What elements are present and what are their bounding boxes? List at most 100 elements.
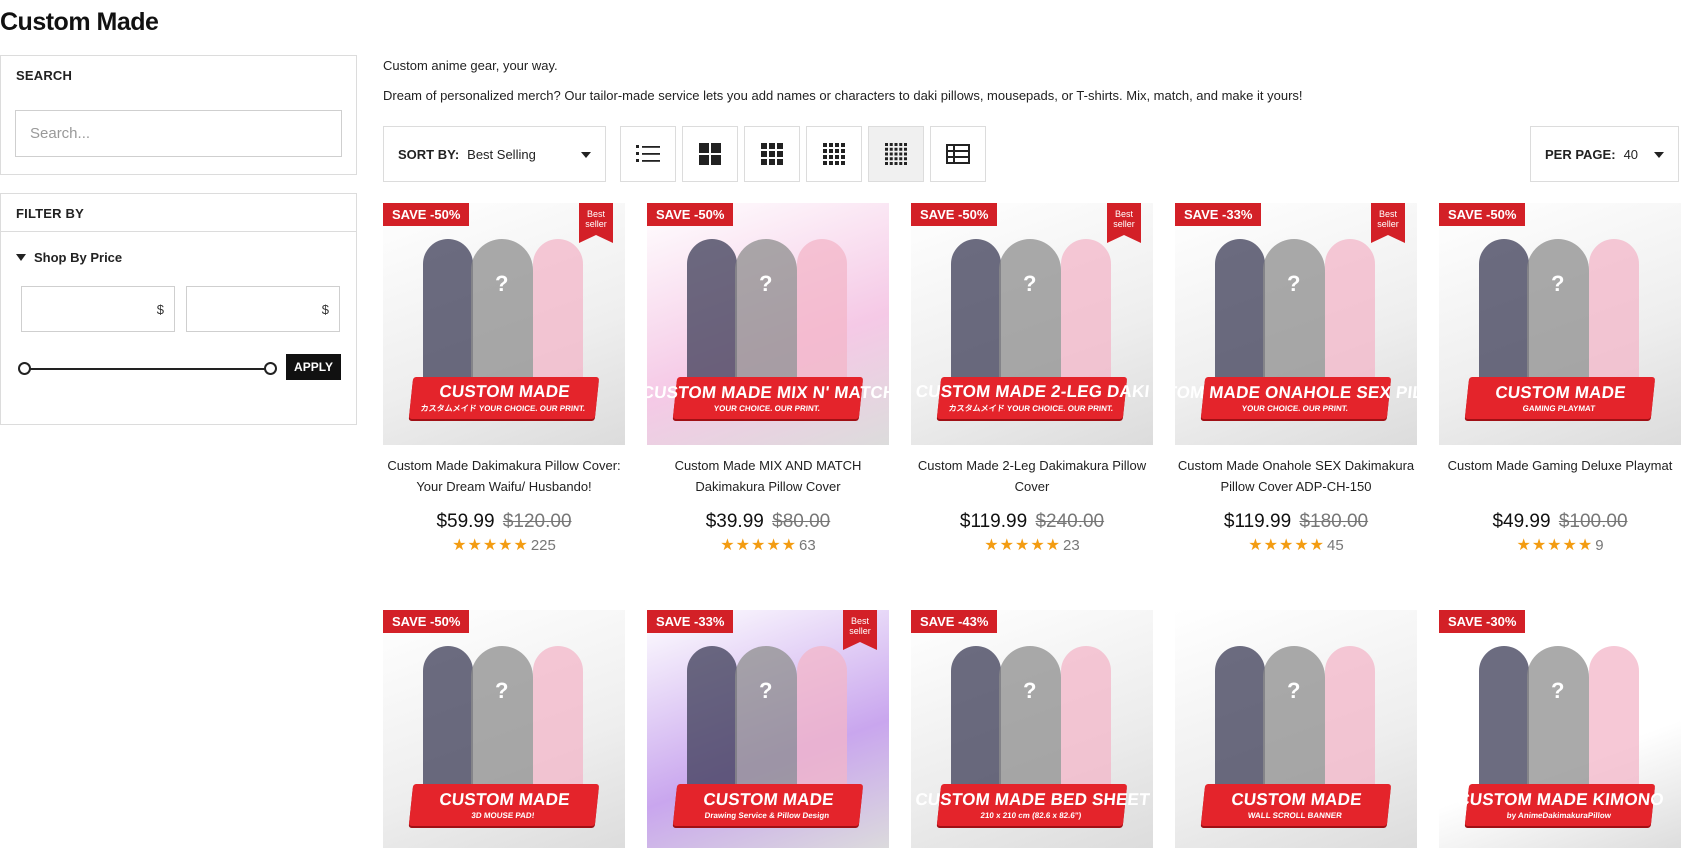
- original-price: $80.00: [772, 511, 831, 532]
- sort-by-select[interactable]: SORT BY: Best Selling: [383, 126, 606, 182]
- product-artwork: [1215, 239, 1265, 389]
- save-badge: SAVE -50%: [1439, 203, 1526, 226]
- product-title[interactable]: Custom Made 2-Leg Dakimakura Pillow Cove…: [911, 455, 1153, 499]
- max-currency: $: [321, 302, 329, 317]
- product-banner: CUSTOM MADE KIMONO by AnimeDakimakuraPill…: [1456, 784, 1665, 826]
- banner-title: CUSTOM MADE BED SHEET: [914, 790, 1151, 809]
- product-artwork: [1061, 239, 1111, 389]
- product-artwork: [471, 646, 533, 796]
- save-badge: SAVE -50%: [383, 203, 470, 226]
- view-grid-3-button[interactable]: [744, 126, 800, 182]
- per-page-label: PER PAGE:: [1545, 146, 1616, 162]
- save-badge: SAVE -30%: [1439, 610, 1526, 633]
- price-range-min-handle[interactable]: [18, 362, 31, 375]
- banner-subtitle: GAMING PLAYMAT: [1522, 404, 1596, 413]
- product-card[interactable]: ? SAVE -50% CUSTOM MADE 3D MOUSE PAD!: [383, 610, 625, 848]
- product-card[interactable]: ? SAVE -43% CUSTOM MADE BED SHEET 210 x 210…: [911, 610, 1153, 848]
- product-title[interactable]: Custom Made Gaming Deluxe Playmat: [1439, 455, 1681, 499]
- view-grid-2-button[interactable]: [682, 126, 738, 182]
- product-card[interactable]: ? SAVE -50% CUSTOM MADE GAMING PLAYMAT Custo…: [1439, 203, 1681, 555]
- search-panel: SEARCH: [0, 55, 357, 175]
- product-card[interactable]: ? SAVE -50% CUSTOM MADE MIX N' MATCH YOUR C…: [647, 203, 889, 555]
- star-rating[interactable]: ★★★★★ 63: [647, 535, 889, 555]
- product-artwork: [951, 239, 1001, 389]
- product-card[interactable]: ? SAVE -30% CUSTOM MADE KIMONO by AnimeDaki…: [1439, 610, 1681, 848]
- question-mark-icon: ?: [1551, 678, 1565, 703]
- save-badge: SAVE -43%: [911, 610, 998, 633]
- product-artwork: [999, 239, 1061, 389]
- product-artwork: [1479, 646, 1529, 796]
- banner-subtitle: カスタムメイド YOUR CHOICE. OUR PRINT.: [420, 404, 586, 413]
- price-range-max-handle[interactable]: [264, 362, 277, 375]
- min-price-field[interactable]: $: [21, 286, 175, 332]
- review-count: 225: [530, 537, 556, 554]
- product-banner: CUSTOM MADE 3D MOUSE PAD!: [408, 784, 600, 826]
- save-badge: SAVE -50%: [647, 203, 734, 226]
- max-price-field[interactable]: $: [186, 286, 340, 332]
- filter-heading: FILTER BY: [16, 206, 84, 221]
- star-rating[interactable]: ★★★★★ 23: [911, 535, 1153, 555]
- product-artwork: [687, 646, 737, 796]
- chevron-down-icon: [1654, 152, 1664, 158]
- product-card[interactable]: ? SAVE -50% Best seller CUSTOM MADE カスタムメイド …: [383, 203, 625, 555]
- sale-price: $119.99: [959, 511, 1028, 532]
- product-artwork: [1589, 646, 1639, 796]
- product-banner: CUSTOM MADE ONAHOLE SEX PILLOW YOUR CHOIC…: [1175, 377, 1417, 419]
- product-title[interactable]: Custom Made Onahole SEX Dakimakura Pillo…: [1175, 455, 1417, 499]
- product-price: $119.99 $180.00: [1175, 511, 1417, 533]
- product-image[interactable]: ? SAVE -50% CUSTOM MADE 3D MOUSE PAD!: [383, 610, 625, 848]
- banner-subtitle: カスタムメイド YOUR CHOICE. OUR PRINT.: [948, 404, 1114, 413]
- apply-button[interactable]: APPLY: [286, 354, 341, 380]
- product-title[interactable]: Custom Made MIX AND MATCH Dakimakura Pil…: [647, 455, 889, 499]
- product-image[interactable]: ? CUSTOM MADE WALL SCROLL BANNER: [1175, 610, 1417, 848]
- sale-price: $39.99: [705, 511, 764, 532]
- product-artwork: [533, 239, 583, 389]
- save-badge: SAVE -50%: [383, 610, 470, 633]
- sort-by-value: Best Selling: [467, 146, 536, 162]
- min-currency: $: [156, 302, 164, 317]
- save-badge: SAVE -33%: [1175, 203, 1262, 226]
- product-image[interactable]: ? SAVE -50% CUSTOM MADE MIX N' MATCH YOUR C…: [647, 203, 889, 445]
- product-card[interactable]: ? SAVE -50% Best seller CUSTOM MADE 2-LEG D…: [911, 203, 1153, 555]
- grid-5-icon: [885, 143, 907, 165]
- banner-title: CUSTOM MADE: [438, 382, 571, 401]
- banner-title: CUSTOM MADE: [1230, 790, 1363, 809]
- product-image[interactable]: ? SAVE -33% Best seller CUSTOM MADE ONAHOLE…: [1175, 203, 1417, 445]
- review-count: 63: [799, 537, 816, 554]
- price-range-track[interactable]: [23, 368, 271, 370]
- star-rating[interactable]: ★★★★★ 45: [1175, 535, 1417, 555]
- product-image[interactable]: ? SAVE -50% Best seller CUSTOM MADE カスタムメイド …: [383, 203, 625, 445]
- original-price: $240.00: [1035, 511, 1105, 532]
- product-title[interactable]: Custom Made Dakimakura Pillow Cover: You…: [383, 455, 625, 499]
- product-banner: CUSTOM MADE GAMING PLAYMAT: [1464, 377, 1656, 419]
- product-image[interactable]: ? SAVE -33% Best seller CUSTOM MADE Drawing …: [647, 610, 889, 848]
- product-card[interactable]: ? SAVE -33% Best seller CUSTOM MADE ONAHOLE…: [1175, 203, 1417, 555]
- product-image[interactable]: ? SAVE -50% CUSTOM MADE GAMING PLAYMAT: [1439, 203, 1681, 445]
- view-grid-4-button[interactable]: [806, 126, 862, 182]
- product-artwork: [951, 646, 1001, 796]
- product-artwork: [1589, 239, 1639, 389]
- original-price: $120.00: [502, 511, 572, 532]
- banner-title: CUSTOM MADE ONAHOLE SEX PILLOW: [1175, 383, 1417, 402]
- question-mark-icon: ?: [1023, 678, 1037, 703]
- product-image[interactable]: ? SAVE -30% CUSTOM MADE KIMONO by AnimeDaki…: [1439, 610, 1681, 848]
- product-card[interactable]: ? CUSTOM MADE WALL SCROLL BANNER: [1175, 610, 1417, 848]
- shop-by-price-toggle[interactable]: Shop By Price: [16, 250, 122, 265]
- star-rating[interactable]: ★★★★★ 9: [1439, 535, 1681, 555]
- star-icons: ★★★★★: [984, 537, 1062, 554]
- page-title: Custom Made: [0, 8, 159, 36]
- banner-title: CUSTOM MADE 2-LEG DAKI: [914, 382, 1151, 401]
- question-mark-icon: ?: [1287, 271, 1301, 296]
- sale-price: $59.99: [436, 511, 495, 532]
- per-page-value: 40: [1623, 146, 1639, 162]
- best-seller-ribbon: Best seller: [1371, 203, 1405, 243]
- per-page-select[interactable]: PER PAGE: 40: [1530, 126, 1679, 182]
- search-input[interactable]: [15, 110, 342, 157]
- product-card[interactable]: ? SAVE -33% Best seller CUSTOM MADE Drawing …: [647, 610, 889, 848]
- star-rating[interactable]: ★★★★★ 225: [383, 535, 625, 555]
- view-grid-5-button[interactable]: [868, 126, 924, 182]
- product-image[interactable]: ? SAVE -50% Best seller CUSTOM MADE 2-LEG D…: [911, 203, 1153, 445]
- product-image[interactable]: ? SAVE -43% CUSTOM MADE BED SHEET 210 x 210…: [911, 610, 1153, 848]
- view-table-button[interactable]: [930, 126, 986, 182]
- view-list-button[interactable]: [620, 126, 676, 182]
